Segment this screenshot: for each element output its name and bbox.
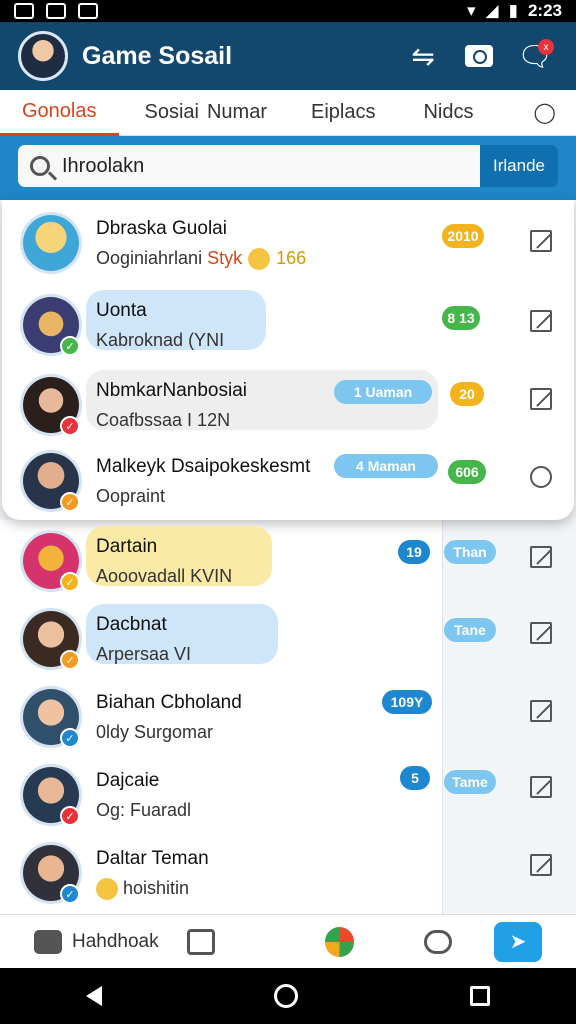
battery-icon: ▮ bbox=[508, 1, 518, 20]
active-nav-icon[interactable]: ➤ bbox=[494, 921, 542, 962]
compose-icon[interactable] bbox=[530, 776, 552, 798]
tag-badge: 1 Uaman bbox=[334, 380, 432, 404]
compose-icon[interactable] bbox=[530, 700, 552, 722]
compose-icon[interactable] bbox=[530, 546, 552, 568]
chat-name: Malkeyk Dsaipokeskesmt bbox=[96, 456, 311, 477]
tab-eiplacs[interactable]: Eiplacs bbox=[311, 90, 423, 136]
search-icon bbox=[30, 156, 50, 176]
signal-icon: ◢ bbox=[485, 1, 499, 20]
status-icon: ✓ bbox=[60, 650, 80, 670]
chat-row[interactable]: ✓ Dartain Aooovadall KVIN 19 Than bbox=[0, 520, 576, 598]
recents-icon[interactable] bbox=[470, 986, 490, 1006]
chat-preview: Ooginiahrlani Styk 166 bbox=[96, 248, 306, 271]
chat-name: Biahan Cbholand bbox=[96, 692, 242, 713]
chat-preview: Og: Fuaradl bbox=[96, 800, 192, 820]
chat-preview: hoishitin bbox=[96, 878, 189, 901]
chat-row[interactable]: ✓ Malkeyk Dsaipokeskesmt Oopraint 4 Mama… bbox=[0, 440, 576, 518]
chat-notification-icon[interactable]: 🗨 x bbox=[512, 33, 558, 79]
app-title: Game Sosail bbox=[82, 41, 233, 70]
status-icon: ✓ bbox=[60, 728, 80, 748]
chat-row[interactable]: ✓ Dacbnat Arpersaa VI Tane bbox=[0, 598, 576, 676]
back-icon[interactable] bbox=[86, 986, 102, 1006]
unread-badge: 19 bbox=[398, 540, 430, 564]
more-tab-icon[interactable]: ◯ bbox=[512, 90, 576, 136]
status-icon: ✓ bbox=[60, 806, 80, 826]
chat-row[interactable]: ✓ Daltar Teman hoishitin bbox=[0, 832, 576, 910]
status-icon: ✓ bbox=[60, 416, 80, 436]
compose-icon[interactable] bbox=[530, 310, 552, 332]
side-tag: Tane bbox=[444, 618, 496, 642]
unread-badge: 606 bbox=[448, 460, 486, 484]
chat-name: Dbraska Guolai bbox=[96, 218, 227, 239]
side-tag: Than bbox=[444, 540, 496, 564]
chat-preview: Oopraint bbox=[96, 486, 166, 506]
chat-name: NbmkarNanbosiai bbox=[96, 380, 248, 401]
chat-row[interactable]: Dbraska Guolai Ooginiahrlani Styk 166 201… bbox=[0, 202, 576, 280]
compose-icon[interactable] bbox=[530, 388, 552, 410]
tab-numar[interactable]: Numar bbox=[207, 90, 311, 136]
chat-name: Uonta bbox=[96, 300, 147, 321]
system-navigation bbox=[0, 968, 576, 1024]
game-center-icon[interactable] bbox=[324, 926, 355, 957]
nav-label: Hahdhoak bbox=[72, 930, 159, 952]
side-tag: Tame bbox=[444, 770, 496, 794]
status-right: ▾ ◢ ▮ 2:23 bbox=[467, 1, 562, 21]
search-input[interactable]: Ihroolakn bbox=[18, 145, 480, 187]
filter-icon[interactable]: ⇋ bbox=[400, 33, 446, 79]
unread-badge: 2010 bbox=[442, 224, 484, 248]
chat-preview: 0ldy Surgomar bbox=[96, 722, 214, 742]
nav-camera[interactable]: Hahdhoak bbox=[34, 929, 159, 954]
home-icon[interactable] bbox=[274, 984, 298, 1008]
online-status-icon: ✓ bbox=[60, 336, 80, 356]
status-icon: ✓ bbox=[60, 572, 80, 592]
status-icon: ✓ bbox=[60, 492, 80, 512]
wifi-icon: ▾ bbox=[466, 1, 476, 20]
chat-name: Dartain bbox=[96, 536, 158, 557]
status-icon: ✓ bbox=[60, 884, 80, 904]
camera-icon bbox=[34, 929, 62, 954]
tag-badge: 4 Maman bbox=[334, 454, 438, 478]
chat-row[interactable]: ✓ Dajcaie Og: Fuaradl 5 Tame bbox=[0, 754, 576, 832]
status-notification-icons bbox=[14, 3, 98, 19]
unread-badge: 8 13 bbox=[442, 306, 480, 330]
search-value: Ihroolakn bbox=[62, 154, 145, 177]
camera-icon[interactable] bbox=[456, 33, 502, 79]
grid-icon[interactable] bbox=[186, 928, 215, 955]
chat-bubble-icon[interactable] bbox=[424, 929, 453, 954]
compose-icon[interactable] bbox=[530, 854, 552, 876]
notification-badge: x bbox=[538, 39, 554, 55]
status-bar: ▾ ◢ ▮ 2:23 bbox=[0, 0, 576, 22]
search-bar: Ihroolakn Irlande bbox=[0, 136, 576, 200]
bottom-navigation: Hahdhoak ➤ bbox=[0, 914, 576, 968]
search-button[interactable]: Irlande bbox=[480, 145, 558, 187]
unread-badge: 109Y bbox=[382, 690, 432, 714]
chat-row[interactable]: ✓ NbmkarNanbosiai Coafbssaa I 12N 1 Uama… bbox=[0, 364, 576, 442]
chat-name: Daltar Teman bbox=[96, 848, 209, 869]
chat-row[interactable]: ✓ Uonta Kabroknad (YNI 8 13 bbox=[0, 284, 576, 362]
app-bar: Game Sosail ⇋ 🗨 x bbox=[0, 22, 576, 90]
chat-preview: Arpersaa VI bbox=[96, 644, 192, 664]
unread-badge: 5 bbox=[400, 766, 430, 790]
tab-bar: Gonolas Sosiai Numar Eiplacs Nidcs ◯ bbox=[0, 90, 576, 136]
compose-icon[interactable] bbox=[530, 622, 552, 644]
tab-nidcs[interactable]: Nidcs bbox=[423, 90, 511, 136]
chat-preview: Kabroknad (YNI bbox=[96, 330, 225, 350]
unread-badge: 20 bbox=[450, 382, 484, 406]
chat-name: Dajcaie bbox=[96, 770, 160, 791]
chat-preview: Aooovadall KVIN bbox=[96, 566, 233, 586]
chat-icon[interactable] bbox=[530, 466, 552, 488]
chat-row[interactable]: ✓ Biahan Cbholand 0ldy Surgomar 109Y bbox=[0, 676, 576, 754]
chat-name: Dacbnat bbox=[96, 614, 167, 635]
profile-avatar[interactable] bbox=[18, 31, 68, 81]
chat-preview: Coafbssaa I 12N bbox=[96, 410, 231, 430]
compose-icon[interactable] bbox=[530, 230, 552, 252]
status-time: 2:23 bbox=[527, 1, 562, 20]
tab-gonolas[interactable]: Gonolas bbox=[0, 90, 119, 136]
tab-sosiai[interactable]: Sosiai bbox=[119, 90, 207, 136]
avatar bbox=[20, 212, 82, 274]
